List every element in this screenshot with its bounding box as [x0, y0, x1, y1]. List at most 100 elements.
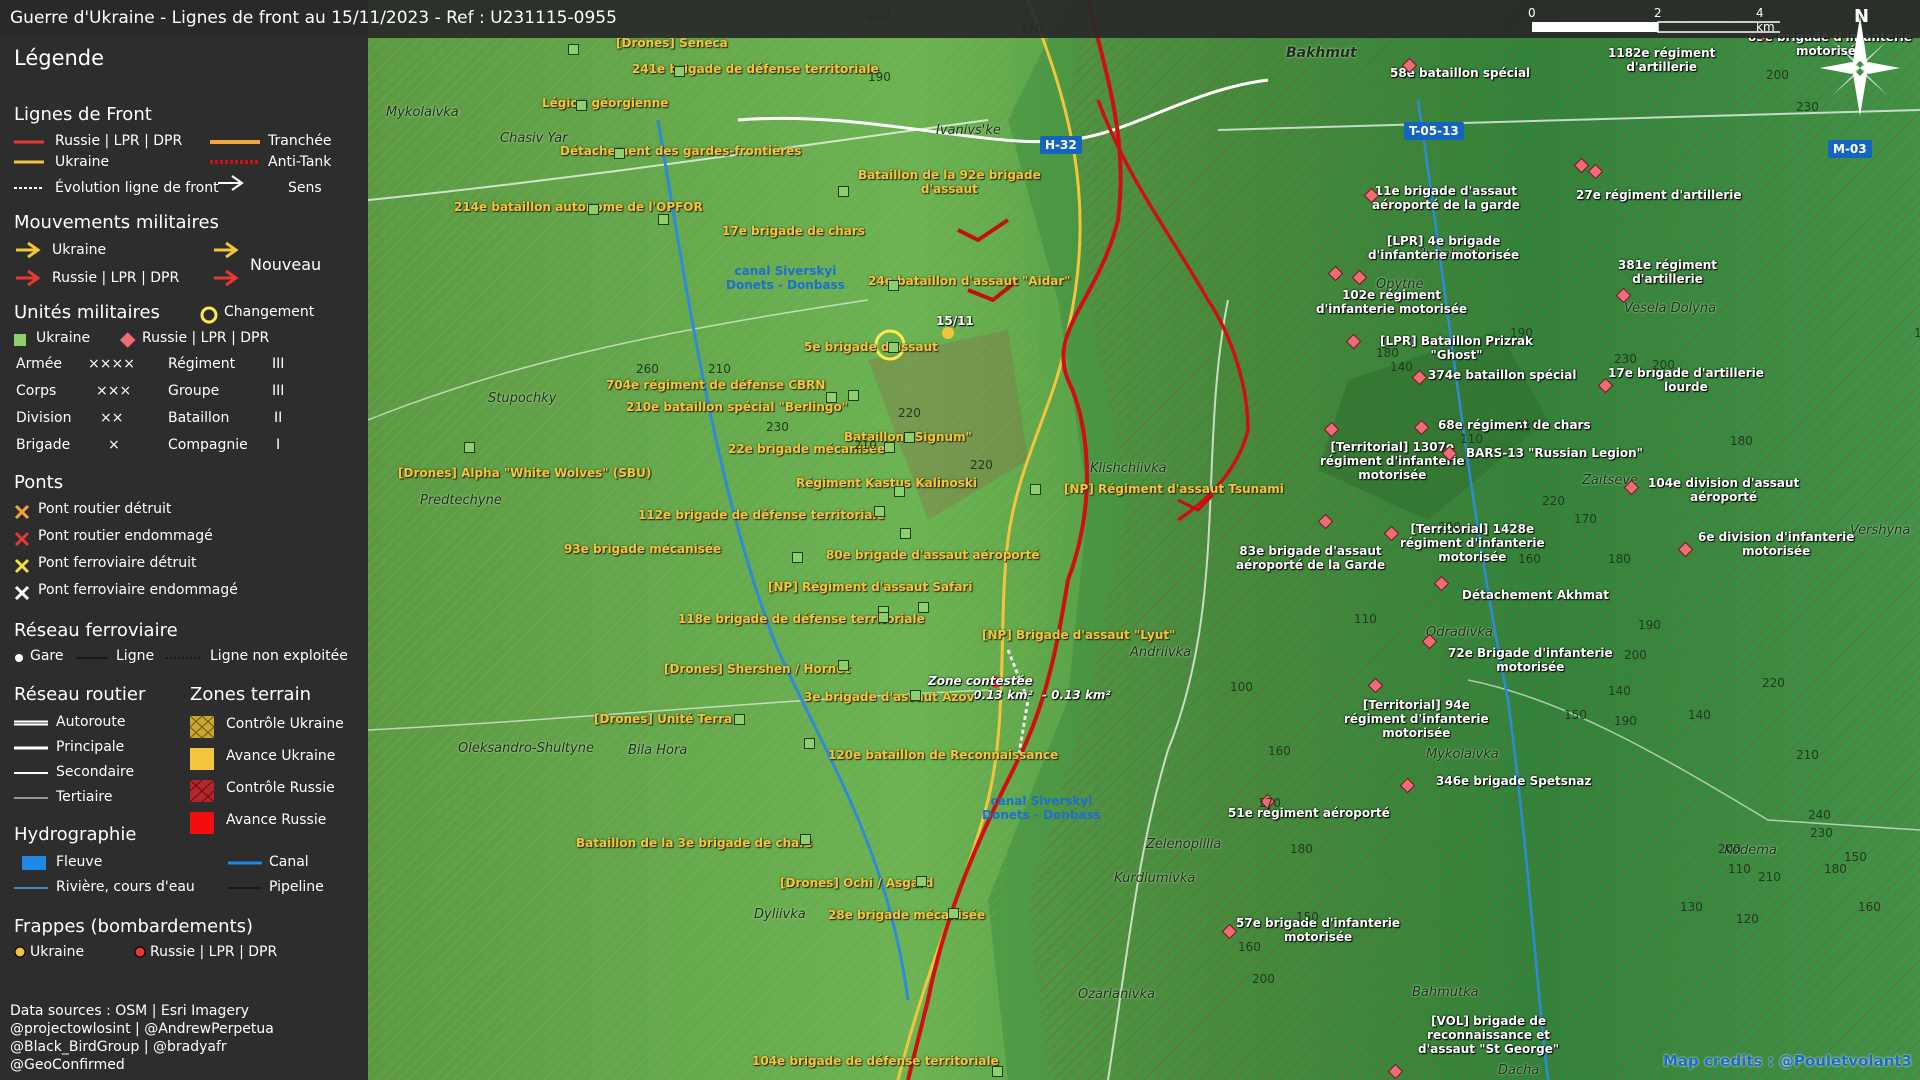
ukraine-unit-icon[interactable]: [916, 876, 927, 887]
russia-unit-label: 1182e régiment d'artillerie: [1608, 46, 1716, 74]
echelon-corps: Corps: [16, 383, 57, 399]
ukraine-unit-label: 120e bataillon de Reconnaissance: [828, 748, 1059, 762]
elevation-label: 140: [1390, 360, 1413, 374]
town-bahmutka: Bahmutka: [1412, 985, 1479, 1000]
elevation-label: 210: [1758, 870, 1781, 884]
elevation-label: 160: [1858, 900, 1881, 914]
strikes-heading: Frappes (bombardements): [14, 916, 254, 937]
legend-bridge-rail-destroyed: Pont ferroviaire détruit: [38, 555, 197, 571]
elevation-label: 140: [1688, 708, 1711, 722]
map-credits: Map credits : @Pouletvolant3: [1663, 1052, 1912, 1070]
russia-unit-label: 374e bataillon spécial: [1428, 368, 1577, 382]
data-sources: Data sources : OSM | Esri Imagery @proje…: [10, 1002, 274, 1074]
ukraine-unit-icon[interactable]: [734, 714, 745, 725]
ukraine-unit-label: [NP] Régiment d'assaut Tsunami: [1064, 482, 1284, 496]
canal-label: canal Siverskyi Donets - Donbass: [726, 264, 845, 292]
zones-heading: Zones terrain: [190, 684, 311, 705]
elevation-label: 220: [970, 458, 993, 472]
elevation-label: 200: [1718, 842, 1741, 856]
legend-strikes-ukraine: Ukraine: [30, 944, 85, 960]
russia-unit-label: 346e brigade Spetsnaz: [1436, 774, 1592, 788]
ukraine-unit-icon[interactable]: [910, 690, 921, 701]
ukraine-unit-icon[interactable]: [588, 204, 599, 215]
town-chasiv-yar: Chasiv Yar: [500, 131, 568, 146]
ukraine-unit-icon[interactable]: [878, 612, 889, 623]
units-heading: Unités militaires: [14, 302, 160, 323]
ukraine-unit-icon[interactable]: [948, 908, 959, 919]
legend-moves-russia: Russie | LPR | DPR: [52, 270, 180, 286]
ukraine-unit-label: [Drones] Alpha "White Wolves" (SBU): [398, 466, 652, 480]
scale-bar: 0 2 4 km: [1520, 6, 1785, 36]
ukraine-unit-icon[interactable]: [568, 44, 579, 55]
elevation-label: 200: [1766, 68, 1789, 82]
ukraine-unit-icon[interactable]: [874, 506, 885, 517]
elevation-label: 180: [1730, 434, 1753, 448]
elevation-label: 170: [1914, 326, 1920, 340]
map-canvas[interactable]: H-32 T-05-13 M-03 Bakhmut Mykolaivka Cha…: [367, 0, 1920, 1080]
legend-hydro-canal: Canal: [269, 854, 309, 870]
russia-unit-label: 102e régiment d'infanterie motorisée: [1316, 288, 1468, 316]
ukraine-unit-icon[interactable]: [1030, 484, 1041, 495]
ukraine-unit-icon[interactable]: [838, 660, 849, 671]
ukraine-unit-icon[interactable]: [888, 342, 899, 353]
ukraine-unit-label: 112e brigade de défense territoriale: [638, 508, 885, 522]
ukraine-unit-icon[interactable]: [576, 100, 587, 111]
elevation-label: 160: [1518, 552, 1541, 566]
legend-road-secondary: Secondaire: [56, 764, 135, 780]
russia-unit-label: 83e brigade d'assaut aéroporté de la Gar…: [1236, 544, 1386, 572]
scale-tick-4: 4 km: [1756, 6, 1775, 34]
elevation-label: 140: [1608, 684, 1631, 698]
legend-road-main: Principale: [56, 739, 125, 755]
ukraine-unit-icon[interactable]: [918, 602, 929, 613]
town-vesela-dolyna: Vesela Dolyna: [1624, 301, 1717, 316]
legend-hydro-river-big: Fleuve: [56, 854, 103, 870]
ukraine-unit-label: 3e brigade d'assaut Azov: [804, 690, 975, 704]
trench-symbols: [210, 140, 260, 191]
ukraine-unit-icon[interactable]: [884, 442, 895, 453]
ukraine-unit-label: [Drones] Unité Terra: [594, 712, 733, 726]
elevation-label: 150: [1564, 708, 1587, 722]
legend-ukraine-line: Ukraine: [55, 154, 110, 170]
front-lines-heading: Lignes de Front: [14, 104, 152, 125]
russia-unit-label: [LPR] 4e brigade d'infanterie motorisée: [1368, 234, 1520, 262]
ukraine-unit-icon[interactable]: [792, 552, 803, 563]
echelon-division-symbol: ××: [100, 410, 124, 426]
source-line: @GeoConfirmed: [10, 1057, 125, 1073]
elevation-label: 110: [1728, 862, 1751, 876]
ukraine-unit-icon[interactable]: [658, 214, 669, 225]
elevation-label: 150: [1296, 910, 1319, 924]
ukraine-unit-icon[interactable]: [900, 528, 911, 539]
ukraine-unit-icon[interactable]: [888, 280, 899, 291]
elevation-label: 180: [1608, 552, 1631, 566]
elevation-label: 260: [636, 362, 659, 376]
elevation-label: 190: [1638, 618, 1661, 632]
legend-units-change: Changement: [224, 304, 315, 320]
elevation-label: 130: [1680, 900, 1703, 914]
legend-hydro-river: Rivière, cours d'eau: [56, 879, 195, 895]
ukraine-unit-icon[interactable]: [838, 186, 849, 197]
ukraine-unit-icon[interactable]: [904, 432, 915, 443]
ukraine-unit-icon[interactable]: [826, 392, 837, 403]
echelon-regiment-symbol: III: [272, 356, 285, 372]
ukraine-unit-icon[interactable]: [674, 66, 685, 77]
legend-moves-new: Nouveau: [250, 255, 322, 274]
town-vershyna: Vershyna: [1850, 523, 1911, 538]
ukraine-unit-label: [Drones] Shershen / Hornet: [664, 662, 851, 676]
elevation-label: 230: [766, 420, 789, 434]
zone-swatches: [190, 715, 215, 834]
ukraine-unit-icon[interactable]: [800, 834, 811, 845]
legend-strikes-russia: Russie | LPR | DPR: [150, 944, 278, 960]
legend-antitank: Anti-Tank: [268, 154, 332, 170]
ukraine-unit-icon[interactable]: [992, 1066, 1003, 1077]
elevation-label: 200: [1652, 358, 1675, 372]
ukraine-unit-label: [NP] Régiment d'assaut Safari: [768, 580, 973, 594]
russia-unit-label: BARS-13 "Russian Legion": [1466, 446, 1643, 460]
ukraine-unit-icon[interactable]: [614, 148, 625, 159]
legend-units-russia: Russie | LPR | DPR: [142, 330, 270, 346]
russia-unit-label: Détachement Akhmat: [1462, 588, 1609, 602]
ukraine-unit-icon[interactable]: [848, 390, 859, 401]
ukraine-unit-icon[interactable]: [894, 486, 905, 497]
ukraine-unit-label: 17e brigade de chars: [722, 224, 865, 238]
ukraine-unit-icon[interactable]: [804, 738, 815, 749]
ukraine-unit-icon[interactable]: [464, 442, 475, 453]
